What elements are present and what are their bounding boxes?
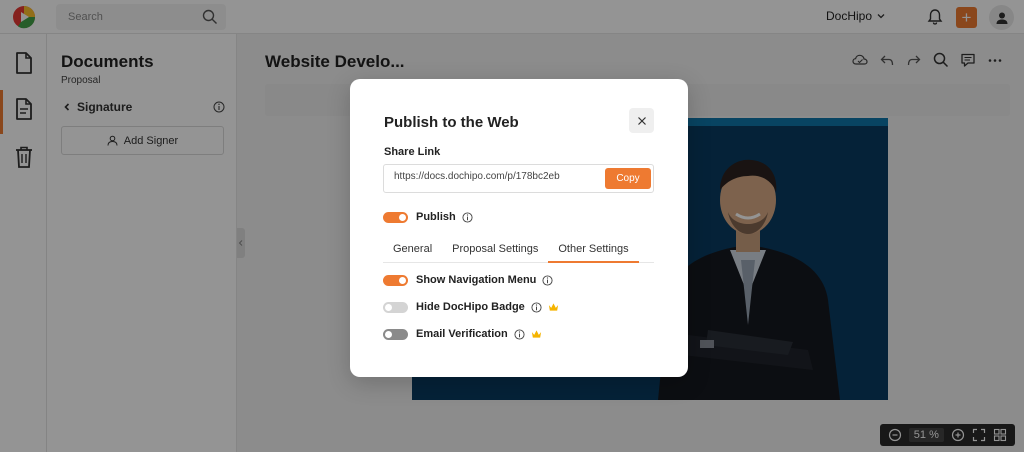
hide-dochipo-badge-toggle[interactable]: [383, 301, 408, 313]
email-verification-toggle[interactable]: [383, 328, 408, 340]
publish-toggle[interactable]: [383, 211, 408, 223]
close-icon: [637, 116, 646, 125]
setting-row-email-verification: Email Verification: [383, 328, 542, 340]
setting-label: Email Verification: [416, 328, 508, 340]
crown-icon: [531, 330, 541, 338]
share-link-label: Share Link: [384, 146, 441, 158]
show-navigation-menu-toggle[interactable]: [383, 274, 408, 286]
info-icon[interactable]: [542, 274, 553, 286]
publish-row: Publish: [383, 211, 473, 223]
share-link-input[interactable]: [394, 171, 594, 182]
setting-row-hide-dochipo-badge: Hide DocHipo Badge: [383, 301, 559, 313]
modal-title: Publish to the Web: [384, 114, 519, 131]
copy-label: Copy: [616, 173, 640, 184]
settings-tabs: General Proposal Settings Other Settings: [383, 239, 654, 263]
setting-label: Show Navigation Menu: [416, 274, 537, 286]
setting-label: Hide DocHipo Badge: [416, 301, 525, 313]
tab-other-settings[interactable]: Other Settings: [548, 239, 639, 263]
publish-modal: Publish to the Web Share Link Copy Publi…: [350, 79, 688, 377]
crown-icon: [548, 303, 558, 311]
info-icon[interactable]: [531, 301, 542, 313]
tab-general[interactable]: General: [383, 239, 442, 263]
info-icon[interactable]: [462, 211, 473, 223]
copy-button[interactable]: Copy: [605, 168, 651, 189]
close-button[interactable]: [629, 108, 654, 133]
publish-label: Publish: [416, 211, 456, 223]
share-link-box: Copy: [383, 164, 654, 193]
setting-row-show-navigation-menu: Show Navigation Menu: [383, 274, 553, 286]
info-icon[interactable]: [514, 328, 525, 340]
tab-proposal-settings[interactable]: Proposal Settings: [442, 239, 548, 263]
